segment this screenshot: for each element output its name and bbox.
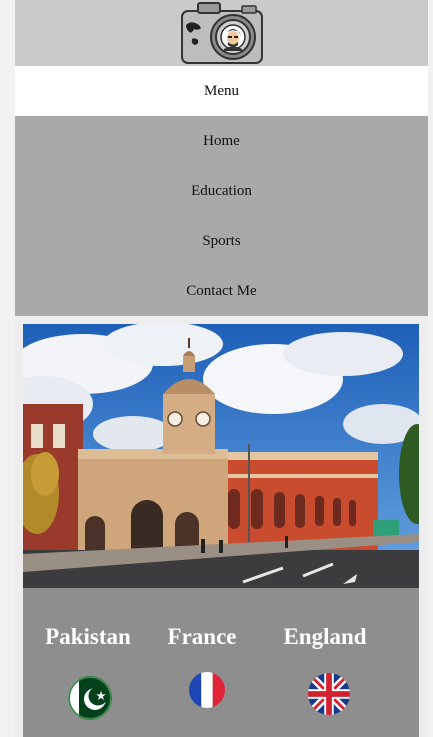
nav-item-label: Education (191, 182, 252, 199)
railway-station-clock-tower-photo (23, 324, 419, 588)
pakistan-flag-icon[interactable] (68, 676, 112, 720)
country-name: France (167, 624, 237, 649)
country-name: Pakistan (45, 624, 131, 649)
page: Menu Home Education Sports Contact Me Pa… (0, 0, 433, 737)
menu-toggle-button[interactable]: Menu (15, 66, 428, 116)
camera-logo-icon[interactable] (180, 1, 264, 65)
nav-item-contact-me[interactable]: Contact Me (15, 266, 428, 316)
menu-label: Menu (204, 82, 239, 99)
hero-photo (23, 324, 419, 588)
countries-section: Pakistan France England (23, 588, 419, 737)
country-name: England (283, 624, 367, 649)
nav-item-label: Contact Me (186, 282, 257, 299)
france-flag-icon[interactable] (189, 672, 225, 708)
nav-item-education[interactable]: Education (15, 166, 428, 216)
nav-item-label: Home (203, 132, 240, 149)
nav-item-sports[interactable]: Sports (15, 216, 428, 266)
nav-menu: Home Education Sports Contact Me (15, 116, 428, 316)
nav-item-label: Sports (202, 232, 241, 249)
uk-flag-icon[interactable] (308, 673, 350, 715)
nav-item-home[interactable]: Home (15, 116, 428, 166)
site-header (15, 0, 428, 66)
